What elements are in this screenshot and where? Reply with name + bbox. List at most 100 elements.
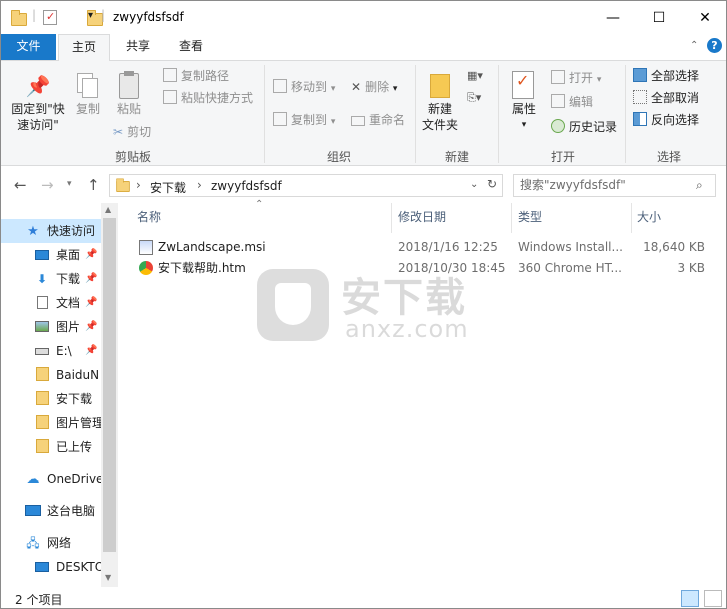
- nav-item-label: 安下载: [56, 392, 93, 406]
- pin-icon: 📌: [85, 273, 98, 284]
- nav-item-downloads[interactable]: ⬇ 下载 📌: [1, 267, 101, 291]
- select-all-button[interactable]: 全部选择: [633, 66, 699, 86]
- group-separator: [625, 65, 626, 163]
- nav-scrollbar[interactable]: ▲ ▼: [101, 203, 118, 587]
- tab-view[interactable]: 查看: [167, 34, 215, 60]
- tab-file[interactable]: 文件: [1, 34, 56, 60]
- minimize-button[interactable]: —: [590, 1, 636, 34]
- group-separator: [415, 65, 416, 163]
- paste-shortcut-icon: [163, 90, 177, 104]
- collapse-ribbon-icon[interactable]: ⌃: [690, 40, 698, 51]
- nav-item-label: OneDrive: [47, 472, 101, 486]
- nav-item-anxz[interactable]: 安下载: [1, 387, 101, 411]
- new-folder-icon: [419, 69, 461, 101]
- search-icon: ⌕: [696, 178, 703, 192]
- column-separator[interactable]: [391, 203, 392, 233]
- column-header-size[interactable]: 大小: [637, 209, 661, 231]
- open-button[interactable]: 打开 ▾: [551, 68, 601, 88]
- nav-item-quick-access[interactable]: ★ 快速访问: [1, 219, 101, 243]
- copy-to-button[interactable]: 复制到 ▾: [273, 110, 335, 130]
- file-name: 安下载帮助.htm: [158, 261, 246, 275]
- cut-button[interactable]: ✂ 剪切: [113, 122, 151, 142]
- pin-quick-access-button[interactable]: 📌 固定到"快 速访问": [7, 71, 69, 133]
- paste-label: 粘贴: [116, 102, 141, 116]
- table-row[interactable]: ZwLandscape.msi 2018/1/16 12:25 Windows …: [131, 237, 711, 258]
- copy-to-icon: [273, 112, 287, 126]
- new-folder-button[interactable]: 新建 文件夹: [419, 69, 461, 133]
- watermark-url: anxz.com: [345, 315, 469, 343]
- copy-button[interactable]: 复制: [71, 71, 105, 117]
- paste-button[interactable]: 粘贴: [109, 71, 149, 117]
- nav-item-desktop[interactable]: 桌面 📌: [1, 243, 101, 267]
- sort-ascending-icon: ⌃: [255, 199, 264, 210]
- nav-item-documents[interactable]: 文档 📌: [1, 291, 101, 315]
- copy-label: 复制: [75, 102, 100, 116]
- easy-access-icon[interactable]: ⎘▾: [467, 91, 481, 105]
- edit-label: 编辑: [569, 95, 594, 109]
- ribbon: 📌 固定到"快 速访问" 复制 粘贴 复制路径 粘贴快捷方式 ✂ 剪切 剪贴板 移…: [1, 60, 726, 166]
- toolbar-separator: |: [32, 8, 37, 22]
- nav-item-label: 图片: [56, 320, 81, 334]
- delete-button[interactable]: ✕ 删除 ▾: [351, 77, 397, 97]
- tab-home[interactable]: 主页: [58, 34, 110, 61]
- nav-item-baidun[interactable]: BaiduN: [1, 363, 101, 387]
- nav-item-picture-manage[interactable]: 图片管理: [1, 411, 101, 435]
- customize-quick-access-icon[interactable]: ▾: [88, 10, 93, 21]
- edit-button[interactable]: 编辑: [551, 92, 593, 112]
- refresh-icon[interactable]: ↻: [487, 177, 497, 191]
- properties-button[interactable]: ✓ 属性 ▾: [506, 69, 542, 133]
- scroll-up-icon[interactable]: ▲: [105, 205, 111, 214]
- nav-item-label: 下载: [56, 272, 81, 286]
- maximize-button[interactable]: ☐: [636, 1, 682, 34]
- column-separator[interactable]: [511, 203, 512, 233]
- search-input[interactable]: 搜索"zwyyfdsfsdf" ⌕: [513, 174, 716, 197]
- nav-item-onedrive[interactable]: ☁ OneDrive: [1, 467, 102, 491]
- close-button[interactable]: ✕: [682, 1, 726, 34]
- move-to-button[interactable]: 移动到 ▾: [273, 77, 335, 97]
- folder-icon: [34, 363, 50, 387]
- close-icon: ✕: [699, 9, 711, 26]
- nav-item-label: 桌面: [56, 248, 81, 262]
- tab-share[interactable]: 共享: [114, 34, 162, 60]
- select-none-button[interactable]: 全部取消: [633, 88, 699, 108]
- new-item-icon[interactable]: ▦▾: [467, 69, 483, 82]
- recent-locations-icon[interactable]: ▾: [67, 179, 72, 189]
- group-label-select: 选择: [656, 150, 681, 164]
- address-bar[interactable]: › 安下载 › zwyyfdsfsdf ⌄ ↻: [109, 174, 503, 197]
- monitor-icon: [34, 555, 50, 579]
- desktop-icon: [34, 243, 50, 267]
- breadcrumb-item[interactable]: 安下载: [150, 179, 186, 196]
- rename-button[interactable]: 重命名: [351, 110, 405, 130]
- forward-arrow-icon[interactable]: →: [41, 176, 54, 194]
- copy-path-button[interactable]: 复制路径: [163, 66, 229, 86]
- watermark: 安下载 anxz.com: [251, 263, 481, 349]
- column-separator[interactable]: [631, 203, 632, 233]
- nav-item-this-pc[interactable]: 这台电脑: [1, 499, 101, 523]
- column-header-type[interactable]: 类型: [518, 209, 542, 231]
- address-dropdown-icon[interactable]: ⌄: [470, 179, 478, 190]
- maximize-icon: ☐: [652, 9, 666, 26]
- file-name: ZwLandscape.msi: [158, 240, 266, 254]
- column-header-date[interactable]: 修改日期: [398, 209, 446, 231]
- nav-item-pictures[interactable]: 图片 📌: [1, 315, 101, 339]
- nav-item-label: 已上传: [56, 440, 93, 454]
- help-icon[interactable]: ?: [707, 38, 722, 53]
- scrollbar-thumb[interactable]: [103, 218, 116, 552]
- scroll-down-icon[interactable]: ▼: [105, 573, 111, 582]
- invert-selection-button[interactable]: 反向选择: [633, 110, 699, 130]
- nav-item-drive-e[interactable]: E:\ 📌: [1, 339, 101, 363]
- paste-shortcut-button[interactable]: 粘贴快捷方式: [163, 88, 253, 108]
- history-button[interactable]: 历史记录: [551, 117, 617, 137]
- column-header-name[interactable]: 名称: [137, 209, 161, 231]
- nav-item-desktop-pc[interactable]: DESKTO: [1, 555, 101, 579]
- nav-item-network[interactable]: 🖧 网络: [1, 531, 101, 555]
- back-arrow-icon[interactable]: ←: [14, 176, 27, 194]
- folder-icon: [34, 435, 50, 459]
- up-arrow-icon[interactable]: ↑: [87, 176, 100, 194]
- large-icons-view-icon[interactable]: [704, 590, 722, 607]
- properties-quick-icon[interactable]: ✓: [43, 10, 57, 25]
- details-view-icon[interactable]: [681, 590, 699, 607]
- pin-icon: 📌: [85, 249, 98, 260]
- breadcrumb-item[interactable]: zwyyfdsfsdf: [211, 179, 282, 193]
- nav-item-uploaded[interactable]: 已上传: [1, 435, 101, 459]
